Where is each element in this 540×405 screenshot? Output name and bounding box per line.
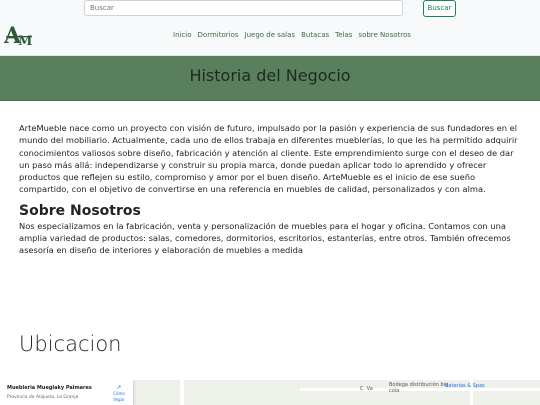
nav-item-juego-de-salas[interactable]: Juego de salas	[245, 31, 296, 39]
nav-item-sobre-nosotros[interactable]: sobre Nosotros	[358, 31, 410, 39]
main-content: ArteMueble nace como un proyecto con vis…	[19, 122, 524, 257]
artemueble-logo[interactable]: A M	[4, 22, 36, 48]
map-label-bodega: Bodega distribución big cola	[389, 382, 449, 394]
history-paragraph: ArteMueble nace como un proyecto con vis…	[19, 123, 518, 195]
about-heading: Sobre Nosotros	[19, 202, 141, 219]
directions-label: Cómo llegar	[113, 391, 125, 402]
history-banner: Historia del Negocio	[0, 56, 540, 101]
map-place-address: Provincia de Alajuela, La Granja	[7, 395, 79, 400]
nav-item-butacas[interactable]: Butacas	[301, 31, 329, 39]
page-title: Historia del Negocio	[189, 66, 351, 85]
location-map[interactable]: Bodega distribución big cola Baterías & …	[0, 380, 540, 405]
map-place-name: Muebleria Mueglaky Palmares	[7, 385, 92, 391]
map-label-baterias: Baterías & Spas	[445, 383, 485, 389]
nav-item-inicio[interactable]: Inicio	[173, 31, 192, 39]
map-label-street: C. Va	[360, 386, 373, 392]
search-button[interactable]: Buscar	[423, 0, 456, 17]
nav-item-dormitorios[interactable]: Dormitorios	[198, 31, 239, 39]
nav-item-telas[interactable]: Telas	[335, 31, 352, 39]
map-place-card[interactable]: Muebleria Mueglaky Palmares Provincia de…	[0, 380, 133, 405]
search-input[interactable]	[84, 0, 403, 16]
about-paragraph: Nos especializamos en la fabricación, ve…	[19, 220, 511, 256]
location-heading: Ubicacion	[19, 332, 122, 356]
map-road	[180, 380, 184, 405]
directions-link[interactable]: ➚ Cómo llegar	[109, 385, 129, 403]
main-nav: Inicio Dormitorios Juego de salas Butaca…	[173, 31, 411, 39]
top-navbar: Buscar A M Inicio Dormitorios Juego de s…	[0, 0, 540, 56]
